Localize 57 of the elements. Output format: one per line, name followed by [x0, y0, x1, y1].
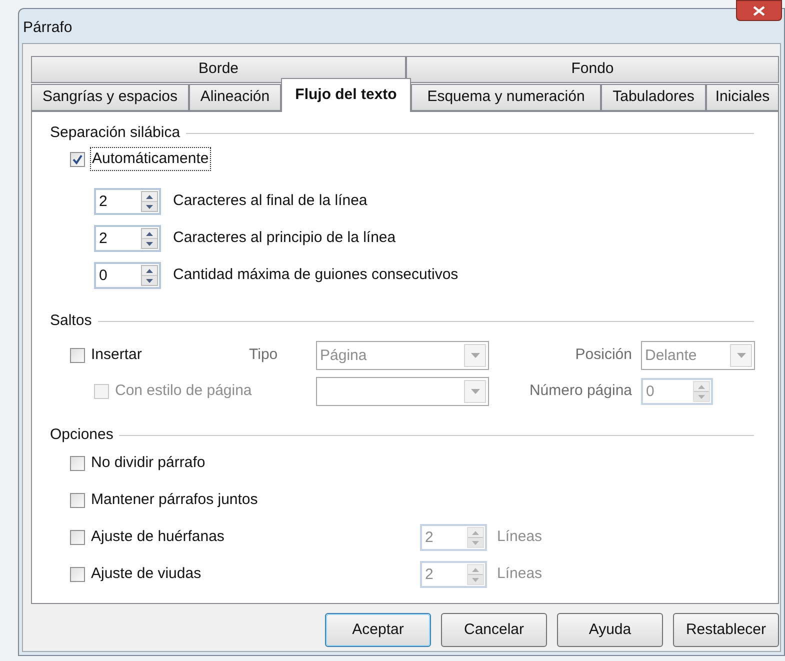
checkbox-label: Insertar	[91, 345, 142, 366]
spin-field[interactable]: 2	[94, 225, 161, 252]
spin-label: Caracteres al final de la línea	[173, 191, 368, 212]
unit-label: Líneas	[497, 527, 542, 548]
window-title: Párrafo	[23, 18, 72, 38]
field-label: Tipo	[249, 345, 279, 366]
tab[interactable]: Borde	[31, 56, 406, 83]
tab[interactable]: Fondo	[406, 56, 779, 83]
unit-label: Líneas	[497, 564, 542, 584]
section-title: Opciones	[50, 424, 114, 445]
spin-field[interactable]: 2	[94, 188, 161, 215]
checkbox[interactable]	[70, 348, 85, 363]
checkbox[interactable]	[70, 530, 85, 545]
dialog-button[interactable]: Cancelar	[441, 613, 547, 647]
field-label: Número página	[528, 381, 633, 402]
down-arrow-icon	[146, 242, 153, 246]
checkbox-label: Mantener párrafos juntos	[91, 490, 258, 510]
tab[interactable]: Iniciales	[706, 84, 779, 111]
section-title: Separación silábica	[50, 122, 180, 143]
checkbox-label: Ajuste de viudas	[91, 564, 202, 584]
down-arrow-icon	[472, 578, 479, 582]
close-button[interactable]	[736, 0, 782, 21]
tab[interactable]: Alineación	[189, 84, 281, 111]
down-arrow-icon	[146, 278, 153, 282]
tab[interactable]: Sangrías y espacios	[31, 84, 189, 111]
tab[interactable]: Flujo del texto	[281, 78, 411, 112]
caret-down-icon	[470, 353, 480, 358]
spin-field[interactable]: 0	[94, 262, 161, 289]
spin-label: Cantidad máxima de guiones consecutivos	[173, 265, 458, 286]
up-arrow-icon	[698, 384, 705, 388]
tab[interactable]: Esquema y numeración	[411, 84, 601, 111]
down-arrow-icon	[146, 204, 153, 208]
up-arrow-icon	[472, 568, 479, 572]
field-label: Posición	[574, 345, 633, 366]
checkbox[interactable]	[70, 456, 85, 471]
down-arrow-icon	[472, 540, 479, 544]
checkbox-label: Automáticamente	[91, 148, 210, 170]
down-arrow-icon	[698, 394, 705, 398]
section-title: Saltos	[50, 310, 92, 331]
checkbox[interactable]	[70, 567, 85, 582]
checkbox[interactable]	[70, 493, 85, 508]
caret-down-icon	[736, 353, 746, 358]
dialog-button[interactable]: Ayuda	[557, 613, 663, 647]
checkbox[interactable]	[70, 152, 85, 166]
up-arrow-icon	[146, 232, 153, 236]
checkbox-label: No dividir párrafo	[91, 453, 206, 474]
tab[interactable]: Tabuladores	[601, 84, 706, 111]
close-icon	[753, 6, 765, 16]
checkbox-label: Con estilo de página	[115, 381, 252, 402]
spin-label: Caracteres al principio de la línea	[173, 228, 396, 248]
up-arrow-icon	[472, 530, 479, 534]
dialog-button[interactable]: Restablecer	[673, 613, 779, 647]
up-arrow-icon	[146, 268, 153, 272]
dialog-button[interactable]: Aceptar	[325, 613, 431, 647]
checkbox-label: Ajuste de huérfanas	[91, 527, 224, 548]
caret-down-icon	[470, 389, 480, 394]
up-arrow-icon	[146, 194, 153, 198]
